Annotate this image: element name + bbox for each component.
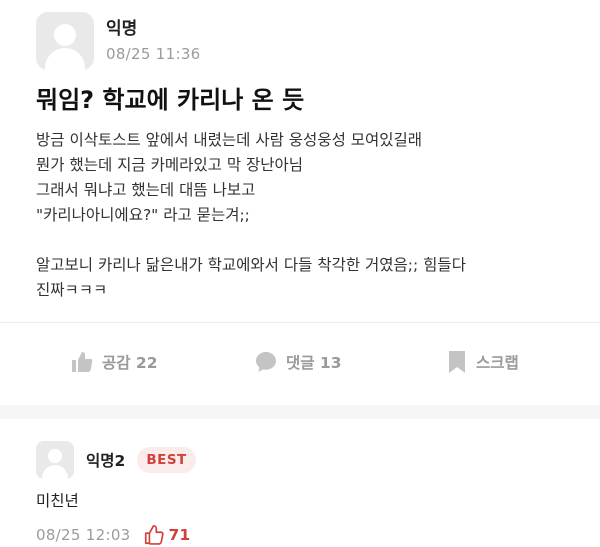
comment-count: 댓글 13: [286, 354, 342, 372]
comment-header: 익명2 BEST: [36, 438, 576, 482]
scrap-button[interactable]: 스크랩: [446, 350, 519, 374]
post-body-line: 진짜ㅋㅋㅋ: [36, 281, 108, 299]
comment-item: 익명2 BEST 미친년 08/25 12:03 71: [36, 438, 576, 546]
post-body-line: 그래서 뭐냐고 했는데 대뜸 나보고: [36, 181, 256, 199]
avatar-head: [54, 24, 76, 46]
post-body-line: 방금 이삭토스트 앞에서 내렸는데 사람 웅성웅성 모여있길래: [36, 131, 423, 149]
post-body: 방금 이삭토스트 앞에서 내렸는데 사람 웅성웅성 모여있길래 뭔가 했는데 지…: [36, 128, 576, 303]
post-author[interactable]: 익명: [106, 18, 201, 40]
post-body-line: 알고보니 카리나 닮은내가 학교에와서 다들 착각한 거였음;; 힘들다: [36, 256, 466, 274]
thumbs-up-outline-icon: [144, 525, 164, 545]
comment-avatar[interactable]: [36, 441, 74, 479]
post-body-line: 뭔가 했는데 지금 카메라있고 막 장난아님: [36, 156, 304, 174]
like-button[interactable]: 공감 22: [70, 350, 158, 374]
post-header: 익명 08/25 11:36: [36, 10, 201, 72]
comment-button[interactable]: 댓글 13: [254, 350, 342, 374]
comment-date: 08/25 12:03: [36, 526, 131, 544]
comment-like-count: 71: [168, 526, 191, 544]
speech-bubble-icon: [256, 352, 276, 372]
avatar-head: [48, 449, 62, 463]
post-body-spacer: [36, 228, 576, 253]
post-title: 뭐임? 학교에 카리나 온 듯: [36, 86, 305, 114]
post-body-line: "카리나아니에요?" 라고 묻는겨;;: [36, 206, 250, 224]
avatar-body: [42, 465, 68, 479]
like-count: 공감 22: [102, 354, 158, 372]
post-meta: 익명 08/25 11:36: [106, 18, 201, 64]
thumbs-up-icon: [72, 352, 93, 372]
scrap-label: 스크랩: [476, 354, 519, 372]
comment-footer: 08/25 12:03 71: [36, 524, 576, 546]
post-actions: 공감 22 댓글 13 스크랩: [0, 323, 600, 405]
comment-like-button[interactable]: 71: [143, 524, 191, 546]
bookmark-icon: [449, 351, 465, 373]
best-badge: BEST: [137, 447, 196, 473]
avatar[interactable]: [36, 12, 94, 70]
post-date: 08/25 11:36: [106, 45, 201, 63]
avatar-body: [45, 48, 85, 70]
comment-text: 미친년: [36, 492, 79, 510]
section-gap: [0, 405, 600, 419]
comment-author[interactable]: 익명2: [86, 449, 125, 471]
